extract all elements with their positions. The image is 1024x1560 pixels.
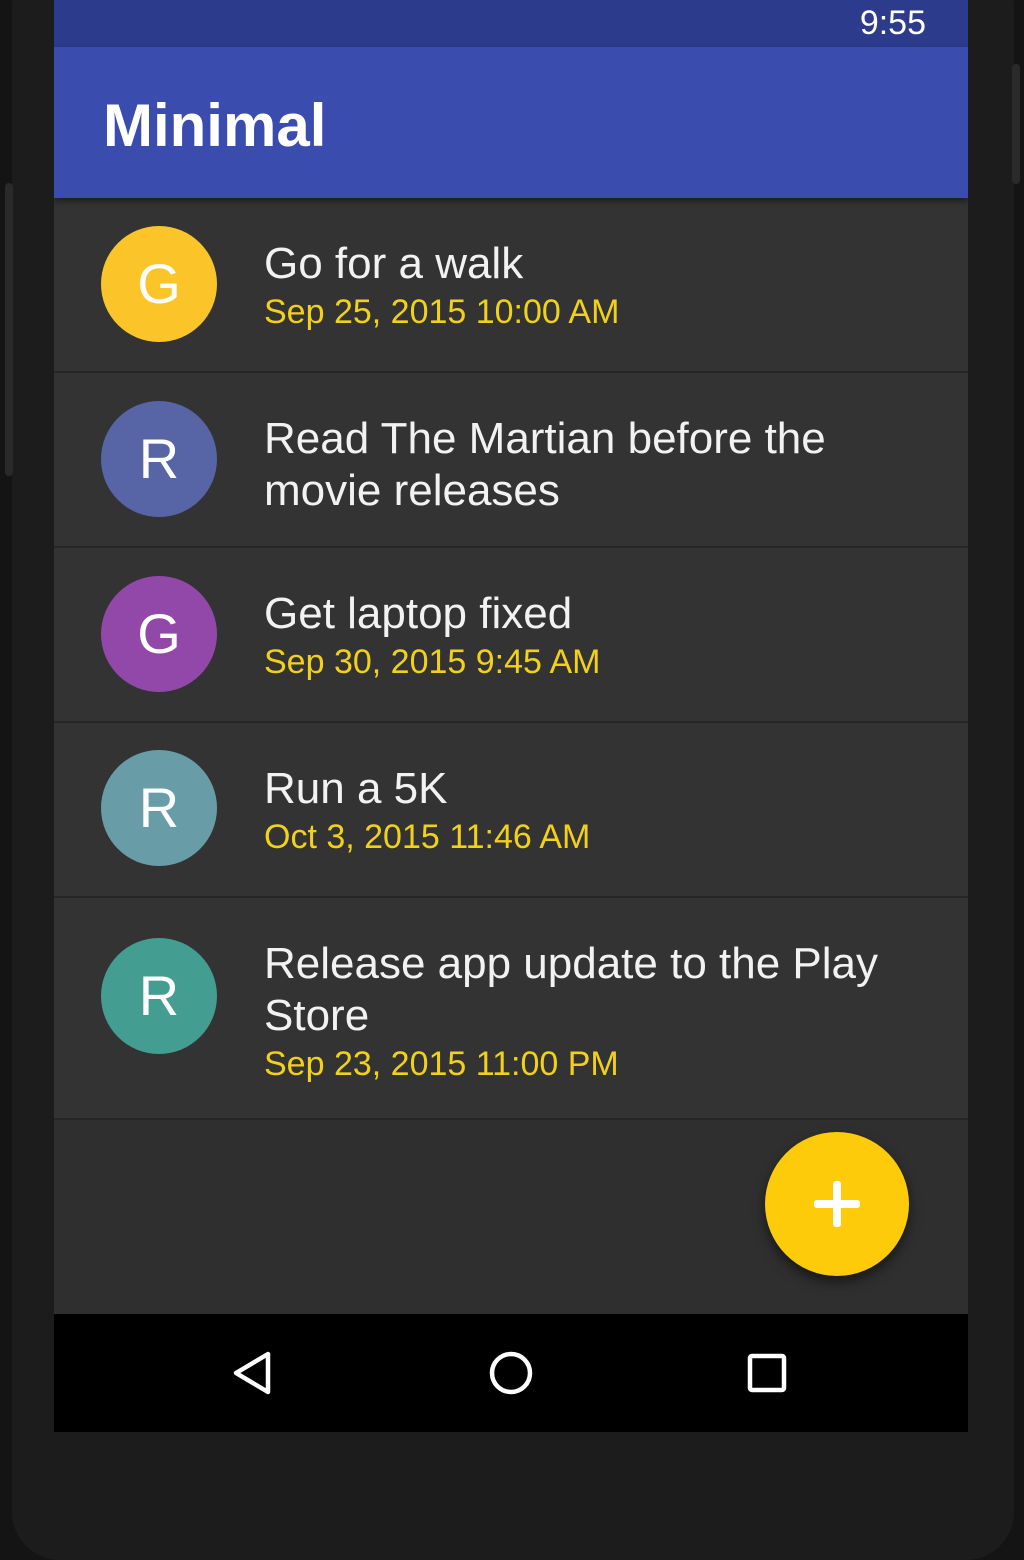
item-title: Release app update to the Play Store [264, 939, 879, 1040]
app-bar: Minimal [54, 47, 968, 198]
status-time: 9:55 [859, 4, 926, 42]
list-item[interactable]: G Go for a walk Sep 25, 2015 10:00 AM [54, 198, 968, 373]
status-bar: 9:55 [54, 0, 968, 47]
add-reminder-button[interactable] [765, 1132, 909, 1276]
home-circle-icon[interactable] [486, 1348, 536, 1398]
avatar: R [101, 750, 217, 866]
plus-icon [814, 1181, 860, 1227]
item-title: Go for a walk [264, 239, 524, 288]
screen: 9:55 Minimal G Go for a walk Sep 25, 201… [54, 0, 968, 1432]
avatar: R [101, 401, 217, 517]
back-triangle-icon[interactable] [228, 1348, 278, 1398]
item-title: Get laptop fixed [264, 589, 573, 638]
avatar: G [101, 576, 217, 692]
list-item[interactable]: R Read The Martian before the movie rele… [54, 373, 968, 548]
volume-button [5, 183, 13, 476]
item-text: Get laptop fixed Sep 30, 2015 9:45 AM [264, 588, 928, 684]
app-title: Minimal [103, 92, 327, 159]
item-text: Read The Martian before the movie releas… [264, 413, 858, 517]
list-item[interactable]: R Run a 5K Oct 3, 2015 11:46 AM [54, 723, 968, 898]
avatar: R [101, 938, 217, 1054]
item-text: Release app update to the Play Store Sep… [264, 938, 888, 1086]
item-title: Run a 5K [264, 764, 448, 813]
item-date: Sep 25, 2015 10:00 AM [264, 293, 620, 331]
item-text: Go for a walk Sep 25, 2015 10:00 AM [264, 238, 928, 334]
item-date: Oct 3, 2015 11:46 AM [264, 818, 591, 856]
item-date: Sep 23, 2015 11:00 PM [264, 1045, 619, 1083]
list-item[interactable]: R Release app update to the Play Store S… [54, 898, 968, 1120]
power-button [1012, 64, 1020, 184]
reminder-list: G Go for a walk Sep 25, 2015 10:00 AM R … [54, 198, 968, 1120]
list-item[interactable]: G Get laptop fixed Sep 30, 2015 9:45 AM [54, 548, 968, 723]
navigation-bar [54, 1314, 968, 1432]
recents-square-icon[interactable] [742, 1348, 792, 1398]
item-date: Sep 30, 2015 9:45 AM [264, 643, 601, 681]
avatar: G [101, 226, 217, 342]
item-title: Read The Martian before the movie releas… [264, 414, 826, 515]
item-text: Run a 5K Oct 3, 2015 11:46 AM [264, 763, 928, 859]
